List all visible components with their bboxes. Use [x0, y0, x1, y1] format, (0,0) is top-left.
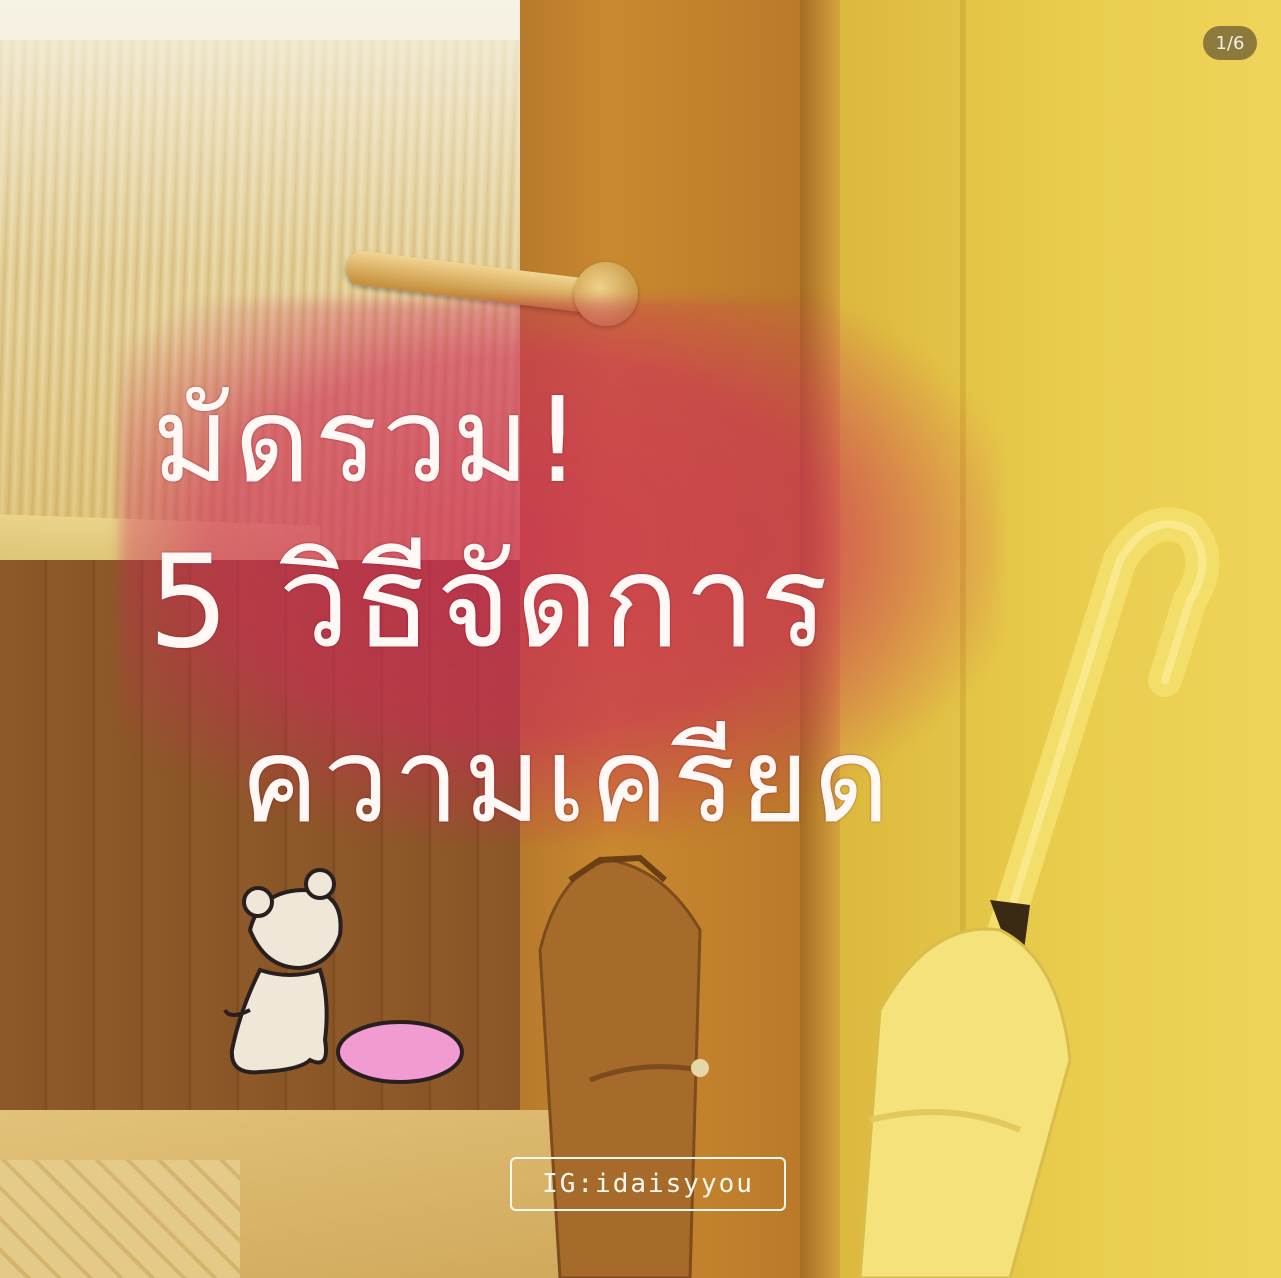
heart-sticker-icon [336, 1020, 464, 1084]
post-title-line-2: 5 วิธีจัดการ [148, 528, 833, 677]
teddy-bear-sticker-icon [223, 868, 464, 1084]
page-indicator: 1/6 [1203, 26, 1257, 60]
post-title-line-3: ความเครียด [240, 711, 894, 849]
post-image: มัดรวม! 5 วิธีจัดการ ความเครียด IG:idais… [0, 0, 1281, 1278]
instagram-handle-tag: IG:idaisyyou [510, 1157, 786, 1211]
